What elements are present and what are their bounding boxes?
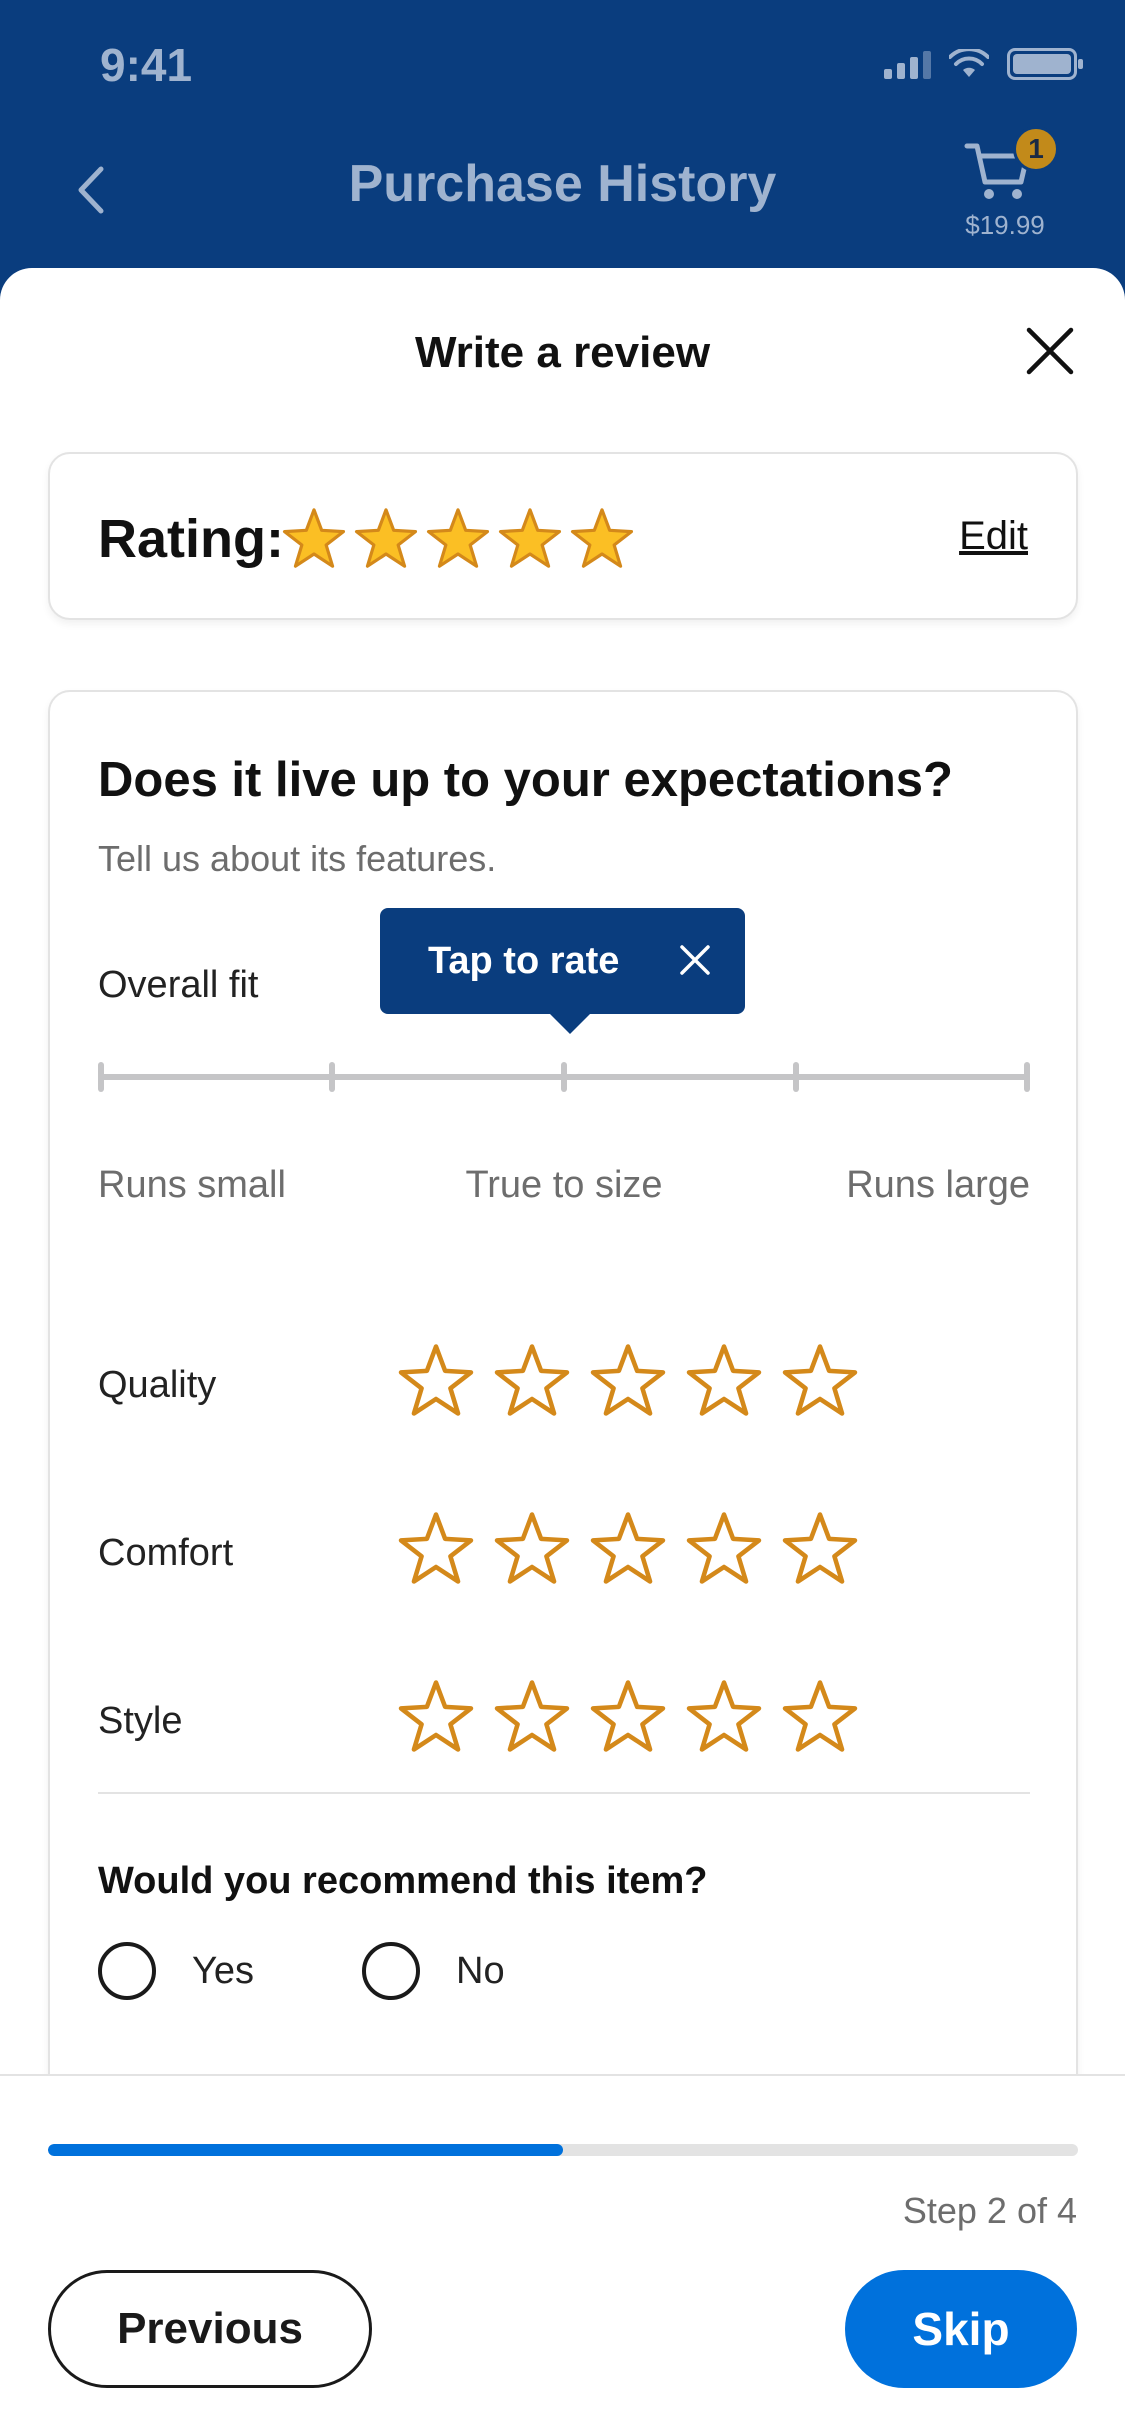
attribute-stars [398,1342,858,1418]
radio-label: Yes [192,1949,254,1992]
radio-circle[interactable] [98,1942,156,2000]
radio-circle[interactable] [362,1942,420,2000]
recommend-yes-radio[interactable]: Yes [98,1942,254,2000]
star-empty-icon[interactable] [782,1342,858,1418]
star-filled-icon [498,508,562,568]
slider-tick[interactable] [561,1062,567,1092]
star-empty-icon[interactable] [494,1510,570,1586]
cart-count-badge: 1 [1013,126,1059,172]
star-filled-icon [282,508,346,568]
radio-label: No [456,1949,505,1992]
signal-icon [884,49,931,79]
attribute-stars [398,1678,858,1754]
star-filled-icon [354,508,418,568]
cart-total: $19.99 [965,210,1045,240]
star-empty-icon[interactable] [398,1678,474,1754]
attribute-row-style: Style [98,1678,1030,1768]
tap-to-rate-tooltip: Tap to rate [380,908,745,1034]
star-empty-icon[interactable] [686,1342,762,1418]
nav-bar: Purchase History 1 $19.99 [0,126,1125,272]
star-empty-icon[interactable] [494,1678,570,1754]
wifi-icon [949,49,989,77]
star-filled-icon [570,508,634,568]
cart-button[interactable]: 1 $19.99 [955,126,1065,242]
slider-tick[interactable] [98,1062,104,1092]
fit-mid-label: True to size [465,1164,663,1206]
skip-button[interactable]: Skip [845,2270,1077,2388]
star-empty-icon[interactable] [398,1510,474,1586]
overall-fit-slider[interactable] [98,1062,1030,1092]
close-icon [680,945,710,975]
slider-tick[interactable] [1024,1062,1030,1092]
review-sheet: Write a review Rating: Edit Does it live… [0,268,1125,2436]
star-empty-icon[interactable] [590,1510,666,1586]
divider [98,1792,1030,1794]
features-card: Does it live up to your expectations? Te… [48,690,1078,2140]
fit-low-label: Runs small [98,1164,286,1206]
attribute-label: Style [98,1700,183,1742]
star-empty-icon[interactable] [494,1342,570,1418]
slider-tick[interactable] [793,1062,799,1092]
rating-stars [282,506,634,570]
attribute-row-quality: Quality [98,1342,1030,1432]
features-subtitle: Tell us about its features. [98,838,497,879]
rating-label: Rating: [98,509,284,569]
rating-card: Rating: Edit [48,452,1078,620]
edit-rating-link[interactable]: Edit [959,514,1028,559]
sheet-title: Write a review [414,328,711,377]
close-icon [1026,327,1074,375]
step-indicator: Step 2 of 4 [902,2190,1077,2231]
recommend-no-radio[interactable]: No [362,1942,505,2000]
tooltip-text: Tap to rate [428,940,620,982]
progress-bar [48,2144,1078,2156]
star-empty-icon[interactable] [590,1342,666,1418]
fit-high-label: Runs large [846,1164,1030,1206]
battery-icon [1007,48,1083,80]
star-empty-icon[interactable] [590,1678,666,1754]
star-filled-icon [426,508,490,568]
attribute-label: Comfort [98,1532,234,1574]
star-empty-icon[interactable] [782,1678,858,1754]
star-empty-icon[interactable] [686,1678,762,1754]
progress-fill [48,2144,563,2156]
previous-button[interactable]: Previous [48,2270,372,2388]
status-time: 9:41 [100,39,193,91]
status-bar: 9:41 [0,0,1125,132]
slider-tick[interactable] [329,1062,335,1092]
footer: Step 2 of 4 Previous Skip [0,2074,1125,2436]
star-empty-icon[interactable] [782,1510,858,1586]
recommend-question: Would you recommend this item? [98,1860,708,1902]
tooltip-close-button[interactable] [673,938,717,982]
status-icons [884,48,1083,80]
attribute-label: Quality [98,1364,217,1406]
close-button[interactable] [1015,316,1085,386]
overall-fit-label: Overall fit [98,964,259,1006]
attribute-stars [398,1510,858,1586]
attribute-row-comfort: Comfort [98,1510,1030,1600]
star-empty-icon[interactable] [398,1342,474,1418]
star-empty-icon[interactable] [686,1510,762,1586]
features-title: Does it live up to your expectations? [98,753,953,807]
